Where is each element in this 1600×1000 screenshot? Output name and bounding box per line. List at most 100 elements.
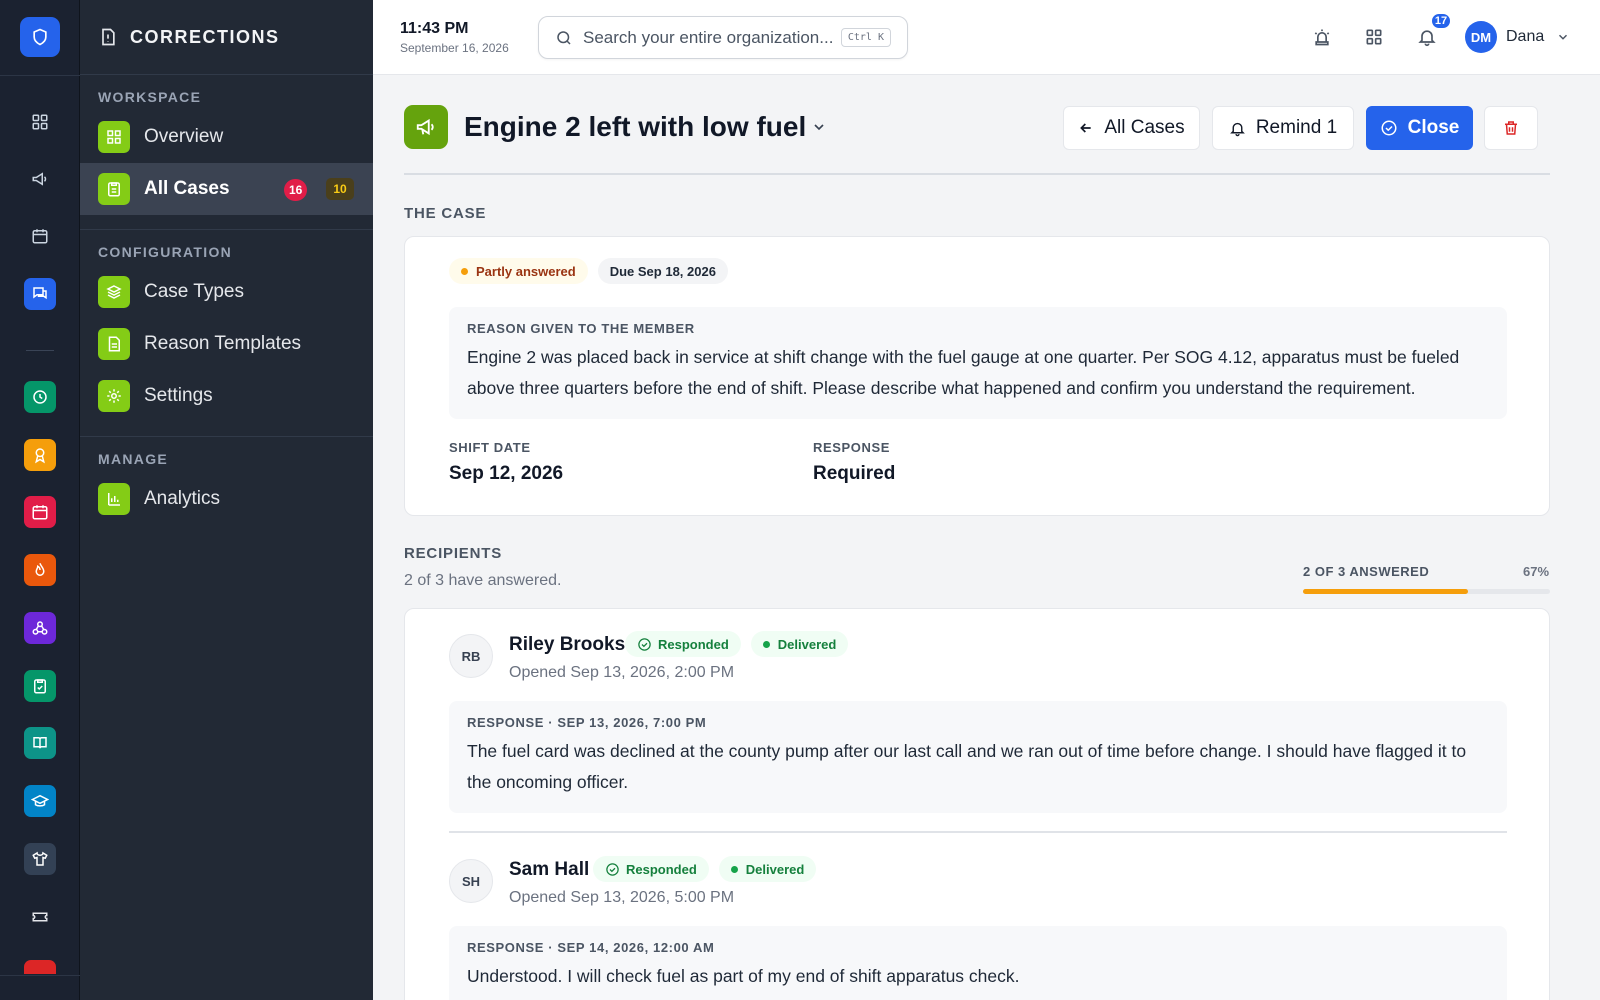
search-icon — [557, 30, 571, 45]
progress-bar — [1303, 589, 1550, 594]
alert-document-icon — [102, 28, 115, 46]
sidebar-item-label: Analytics — [144, 488, 221, 509]
progress-fill — [1303, 589, 1469, 594]
workspace-label: WORKSPACE — [98, 89, 202, 105]
workspace-section: WORKSPACE Overview All Cases 16 10 — [80, 75, 373, 230]
shift-date-value: Sep 12, 2026 — [449, 463, 564, 484]
clipboard-icon — [98, 173, 130, 205]
open-count-badge: 16 — [284, 179, 308, 201]
check-circle-icon — [638, 637, 651, 651]
check-circle-icon — [1381, 120, 1397, 136]
sidebar-item-reason-templates[interactable]: Reason Templates — [80, 318, 373, 370]
status-text: Partly answered — [476, 263, 576, 279]
delivered-badge: Delivered — [718, 856, 817, 882]
topbar: 11:43 PM September 16, 2026 Ctrl K 17 DM… — [373, 0, 1600, 75]
response-box: RESPONSE · SEP 14, 2026, 12:00 AM Unders… — [449, 926, 1507, 1000]
response-text: The fuel card was declined at the county… — [467, 741, 1467, 792]
network-icon[interactable] — [24, 612, 56, 644]
arrow-left-icon — [1080, 123, 1092, 133]
delete-button[interactable] — [1484, 106, 1538, 150]
sidebar-item-overview[interactable]: Overview — [80, 111, 373, 163]
check-circle-icon — [606, 862, 619, 876]
progress-label: 2 OF 3 ANSWERED — [1303, 564, 1430, 579]
bell-icon — [1229, 122, 1245, 136]
shirt-icon[interactable] — [24, 843, 56, 875]
recipient-name[interactable]: Sam Hall — [509, 859, 589, 881]
flame-icon[interactable] — [24, 554, 56, 586]
layers-icon — [98, 276, 130, 308]
shield-logo-icon[interactable] — [20, 17, 60, 57]
current-date: September 16, 2026 — [400, 41, 509, 55]
clock-icon[interactable] — [24, 381, 56, 413]
user-name: Dana — [1506, 28, 1545, 45]
close-button-label: Close — [1407, 117, 1460, 138]
sidebar-item-case-types[interactable]: Case Types — [80, 266, 373, 318]
sidebar-item-settings[interactable]: Settings — [80, 370, 373, 422]
sidebar-item-label: Settings — [144, 385, 213, 406]
rail-separator — [26, 350, 54, 351]
close-case-button[interactable]: Close — [1366, 106, 1473, 150]
alert-icon[interactable] — [24, 960, 56, 974]
pending-count-badge: 10 — [326, 178, 354, 200]
schedule-icon[interactable] — [24, 496, 56, 528]
avatar: DM — [1465, 21, 1497, 53]
configuration-label: CONFIGURATION — [98, 244, 233, 260]
clipboard-check-icon[interactable] — [24, 670, 56, 702]
graduation-cap-icon[interactable] — [24, 785, 56, 817]
chevron-down-icon[interactable] — [811, 119, 827, 135]
response-value: Required — [813, 463, 896, 484]
award-icon[interactable] — [24, 439, 56, 471]
recipient-badges: Responded Delivered — [625, 631, 849, 657]
trash-icon — [1505, 121, 1517, 135]
responded-badge: Responded — [593, 856, 709, 882]
user-menu[interactable]: DM Dana — [1465, 21, 1570, 53]
all-cases-button[interactable]: All Cases — [1063, 106, 1200, 150]
chat-icon[interactable] — [24, 278, 56, 310]
search-shortcut-hint: Ctrl K — [840, 28, 891, 47]
search-input[interactable] — [583, 27, 843, 48]
calendar-icon[interactable] — [24, 220, 56, 252]
sidebar-title: CORRECTIONS — [130, 26, 280, 47]
ticket-icon[interactable] — [24, 901, 56, 933]
recipients-card: RB Riley Brooks Opened Sep 13, 2026, 2:0… — [404, 608, 1550, 1000]
siren-icon[interactable] — [1309, 24, 1335, 50]
remind-button-label: Remind 1 — [1255, 117, 1338, 138]
recipient-name[interactable]: Riley Brooks — [509, 634, 625, 656]
reason-box: REASON GIVEN TO THE MEMBER Engine 2 was … — [449, 307, 1507, 419]
sidebar-item-all-cases[interactable]: All Cases 16 10 — [80, 163, 373, 215]
sidebar-item-label: All Cases — [144, 178, 230, 199]
megaphone-icon — [404, 105, 448, 149]
recipient-badges: Responded Delivered — [593, 856, 817, 882]
reason-text: Engine 2 was placed back in service at s… — [467, 347, 1460, 398]
manage-section: MANAGE Analytics — [80, 437, 373, 525]
sidebar-item-label: Reason Templates — [144, 333, 302, 354]
delivered-text: Delivered — [745, 861, 805, 877]
responded-text: Responded — [658, 636, 729, 652]
due-date-badge: Due Sep 18, 2026 — [597, 258, 728, 284]
sidebar: CORRECTIONS WORKSPACE Overview All Cases… — [80, 0, 373, 1000]
megaphone-icon[interactable] — [24, 163, 56, 195]
avatar: SH — [449, 859, 493, 903]
page-title: Engine 2 left with low fuel — [464, 111, 807, 142]
response-meta: RESPONSE · SEP 13, 2026, 7:00 PM — [467, 715, 707, 730]
sidebar-item-analytics[interactable]: Analytics — [80, 473, 373, 525]
response-label: RESPONSE — [813, 440, 891, 455]
sidebar-header: CORRECTIONS — [80, 0, 373, 75]
status-badge: Partly answered — [449, 258, 588, 284]
case-header: Engine 2 left with low fuel All Cases Re… — [404, 105, 1550, 175]
case-card: Partly answered Due Sep 18, 2026 REASON … — [404, 236, 1550, 516]
apps-grid-icon[interactable] — [1361, 24, 1387, 50]
search-bar[interactable]: Ctrl K — [538, 16, 908, 59]
chevron-down-icon — [1559, 34, 1568, 40]
remind-button[interactable]: Remind 1 — [1212, 106, 1354, 150]
current-time: 11:43 PM — [400, 20, 469, 37]
rail-divider — [0, 75, 80, 76]
dashboard-grid-icon[interactable] — [24, 106, 56, 138]
delivered-badge: Delivered — [750, 631, 849, 657]
notification-count-badge: 17 — [1430, 12, 1452, 30]
recipients-label: RECIPIENTS — [404, 545, 503, 562]
sidebar-item-label: Case Types — [144, 281, 244, 302]
book-icon[interactable] — [24, 727, 56, 759]
case-pills: Partly answered Due Sep 18, 2026 — [449, 258, 728, 284]
response-box: RESPONSE · SEP 13, 2026, 7:00 PM The fue… — [449, 701, 1507, 813]
